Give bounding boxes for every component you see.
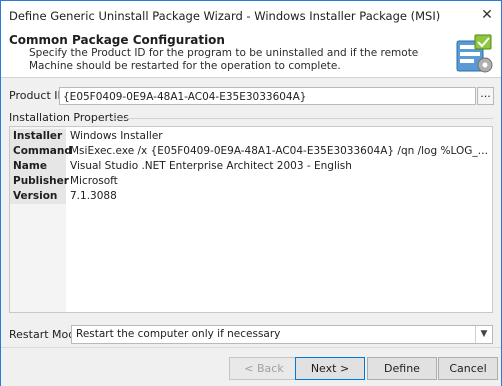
property-row: Installer Windows Installer — [10, 129, 492, 144]
restart-mode-value: Restart the computer only if necessary — [76, 328, 281, 340]
property-name: Version — [10, 189, 66, 204]
package-config-icon — [456, 34, 493, 73]
restart-mode-select[interactable]: Restart the computer only if necessary ▼ — [71, 325, 493, 344]
next-button[interactable]: Next > — [295, 357, 365, 380]
property-value: MsiExec.exe /x {E05F0409-0E9A-48A1-AC04-… — [70, 145, 490, 157]
close-icon[interactable]: ✕ — [477, 5, 497, 25]
property-value: Microsoft — [70, 175, 118, 187]
property-row: Name Visual Studio .NET Enterprise Archi… — [10, 159, 492, 174]
property-row: Version 7.1.3088 — [10, 189, 492, 204]
chevron-down-icon[interactable]: ▼ — [475, 326, 492, 343]
property-row: Publisher Microsoft — [10, 174, 492, 189]
page-description: Specify the Product ID for the program t… — [29, 47, 419, 72]
property-value: 7.1.3088 — [70, 190, 117, 202]
wizard-header: Common Package Configuration Specify the… — [1, 31, 501, 78]
property-name: Installer — [10, 129, 66, 144]
property-row: Command MsiExec.exe /x {E05F0409-0E9A-48… — [10, 144, 492, 159]
installation-properties-grid[interactable]: Installer Windows Installer Command MsiE… — [9, 126, 493, 313]
browse-button[interactable]: ... — [477, 87, 494, 105]
property-name: Publisher — [10, 174, 69, 189]
wizard-window: Define Generic Uninstall Package Wizard … — [0, 0, 502, 386]
title-bar: Define Generic Uninstall Package Wizard … — [1, 1, 501, 31]
property-value: Windows Installer — [70, 130, 163, 142]
back-button[interactable]: < Back — [229, 357, 299, 380]
section-divider — [109, 118, 493, 119]
window-title: Define Generic Uninstall Package Wizard … — [9, 9, 441, 23]
define-button[interactable]: Define — [367, 357, 437, 380]
cancel-button[interactable]: Cancel — [438, 357, 498, 380]
property-name: Name — [10, 159, 66, 174]
property-name: Command — [10, 144, 72, 159]
product-id-input[interactable]: {E05F0409-0E9A-48A1-AC04-E35E3033604A} — [59, 87, 476, 105]
property-value: Visual Studio .NET Enterprise Architect … — [70, 160, 352, 172]
page-title: Common Package Configuration — [9, 33, 225, 47]
